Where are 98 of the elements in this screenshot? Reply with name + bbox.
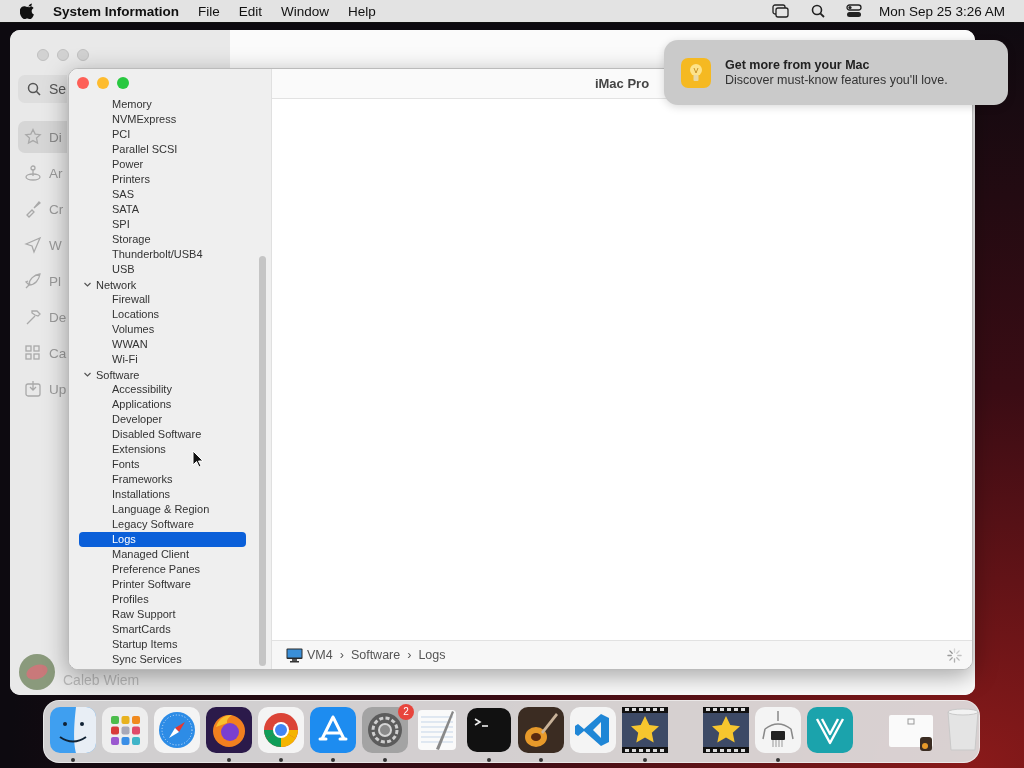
a-shape-icon[interactable]	[310, 707, 356, 753]
app-grid-icon[interactable]	[102, 707, 148, 753]
apple-icon[interactable]	[20, 3, 34, 19]
smiling-face-icon[interactable]	[50, 707, 96, 753]
sidebar-item[interactable]: PCI	[79, 127, 246, 142]
sidebar-item[interactable]: SATA	[79, 202, 246, 217]
menu-item[interactable]: File	[198, 3, 220, 19]
notification-banner[interactable]: Get more from your Mac Discover must-know features you'll love.	[664, 40, 1008, 105]
sidebar-item[interactable]: Applications	[79, 397, 246, 412]
item-label: Di	[49, 129, 62, 145]
grid-icon	[24, 344, 42, 362]
item-label: Cr	[49, 201, 64, 217]
menu-item[interactable]: Edit	[238, 3, 263, 19]
path-separator: ›	[339, 648, 344, 662]
star-film-icon[interactable]	[703, 707, 749, 753]
sidebar-item[interactable]: Language & Region	[79, 502, 246, 517]
sidebar-item[interactable]: Volumes	[79, 322, 246, 337]
item-label: Pl	[49, 273, 61, 289]
gear-icon[interactable]	[362, 707, 408, 753]
notification-badge: 2	[398, 704, 414, 720]
sidebar-item[interactable]: Thunderbolt/USB4	[79, 247, 246, 262]
search-field[interactable]: Se	[18, 75, 67, 103]
windows-icon[interactable]	[771, 4, 790, 18]
color-ring-icon[interactable]	[258, 707, 304, 753]
item-label: W	[49, 237, 62, 253]
v-mark-icon[interactable]	[807, 707, 853, 753]
sidebar-item[interactable]: Locations	[79, 307, 246, 322]
guitar-icon[interactable]	[518, 707, 564, 753]
lightbulb-icon	[681, 57, 711, 88]
sidebar-item[interactable]: Printer Software	[79, 577, 246, 592]
notification-body: Discover must-know features you'll love.	[725, 73, 948, 87]
chevron-icon[interactable]	[83, 370, 92, 379]
star-film-icon[interactable]	[622, 707, 668, 753]
sidebar-item[interactable]: Extensions	[79, 442, 246, 457]
sidebar-item[interactable]: Parallel SCSI	[79, 142, 246, 157]
search-icon	[27, 82, 41, 96]
star-icon	[24, 128, 42, 146]
joystick-icon	[24, 164, 42, 182]
chevron-icon[interactable]	[83, 280, 92, 289]
sidebar-item[interactable]: Frameworks	[79, 472, 246, 487]
item-label: Ca	[49, 345, 67, 361]
paper-plane-icon	[24, 236, 42, 254]
sidebar-item[interactable]: Power	[79, 157, 246, 172]
sidebar-item[interactable]: SAS	[79, 187, 246, 202]
notification-title: Get more from your Mac	[725, 58, 871, 72]
sidebar-item[interactable]: Raw Support	[79, 607, 246, 622]
item-label: Ar	[49, 165, 63, 181]
spinner-icon	[947, 647, 962, 663]
menu-item[interactable]: Window	[281, 3, 330, 19]
sidebar-item[interactable]: Accessibility	[79, 382, 246, 397]
item-label: De	[49, 309, 67, 325]
sidebar-item[interactable]: Legacy Software	[79, 517, 246, 532]
search-icon[interactable]	[810, 4, 825, 18]
monitor-icon	[286, 647, 303, 663]
sidebar-item[interactable]: Installations	[79, 487, 246, 502]
sidebar-item[interactable]: WWAN	[79, 337, 246, 352]
sidebar-item[interactable]: Startup Items	[79, 637, 246, 652]
path-item[interactable]: Software	[350, 648, 401, 662]
compass-icon[interactable]	[154, 707, 200, 753]
bracket-icon[interactable]	[570, 707, 616, 753]
sidebar-item[interactable]: Managed Client	[79, 547, 246, 562]
avatar[interactable]	[19, 654, 55, 690]
calipers-chip-icon[interactable]	[755, 707, 801, 753]
flame-globe-icon[interactable]	[206, 707, 252, 753]
sidebar-item[interactable]: Printers	[79, 172, 246, 187]
close-button[interactable]	[77, 77, 89, 89]
pointer-icon	[192, 450, 204, 468]
sidebar-item[interactable]: Storage	[79, 232, 246, 247]
window-title: iMac Pro	[594, 76, 650, 91]
sidebar-item[interactable]: Wi-Fi	[79, 352, 246, 367]
sidebar-item[interactable]: USB	[79, 262, 246, 277]
item-label: Up	[49, 381, 67, 397]
brush-icon	[24, 200, 42, 218]
sidebar-section[interactable]: Software	[96, 368, 140, 381]
path-item[interactable]: Logs	[418, 648, 446, 662]
sidebar-item[interactable]: Memory	[79, 97, 246, 112]
clock[interactable]: Mon Sep 25 3:26 AM	[878, 3, 1005, 19]
sidebar-item[interactable]: Developer	[79, 412, 246, 427]
sidebar-item[interactable]: SmartCards	[79, 622, 246, 637]
sidebar-item[interactable]: Preference Panes	[79, 562, 246, 577]
sidebar-item[interactable]: Sync Services	[79, 652, 246, 667]
sidebar-section[interactable]: Network	[96, 278, 137, 291]
sidebar-item[interactable]: SPI	[79, 217, 246, 232]
control-center-icon[interactable]	[845, 4, 862, 18]
sidebar-item[interactable]: Disabled Software	[79, 427, 246, 442]
terminal-icon[interactable]	[466, 707, 512, 753]
sidebar-item[interactable]: Fonts	[79, 457, 246, 472]
sidebar-item[interactable]: NVMExpress	[79, 112, 246, 127]
menu-item[interactable]: Help	[348, 3, 376, 19]
scrollbar[interactable]	[259, 256, 266, 666]
sidebar-item[interactable]: Logs	[79, 532, 246, 547]
sidebar-item[interactable]: Firewall	[79, 292, 246, 307]
hammer-icon	[24, 308, 42, 326]
path-separator: ›	[407, 648, 412, 662]
sidebar-item[interactable]: Profiles	[79, 592, 246, 607]
path-item[interactable]: VM4	[307, 648, 333, 662]
download-icon	[24, 380, 42, 398]
app-menu[interactable]: System Information	[53, 3, 180, 19]
